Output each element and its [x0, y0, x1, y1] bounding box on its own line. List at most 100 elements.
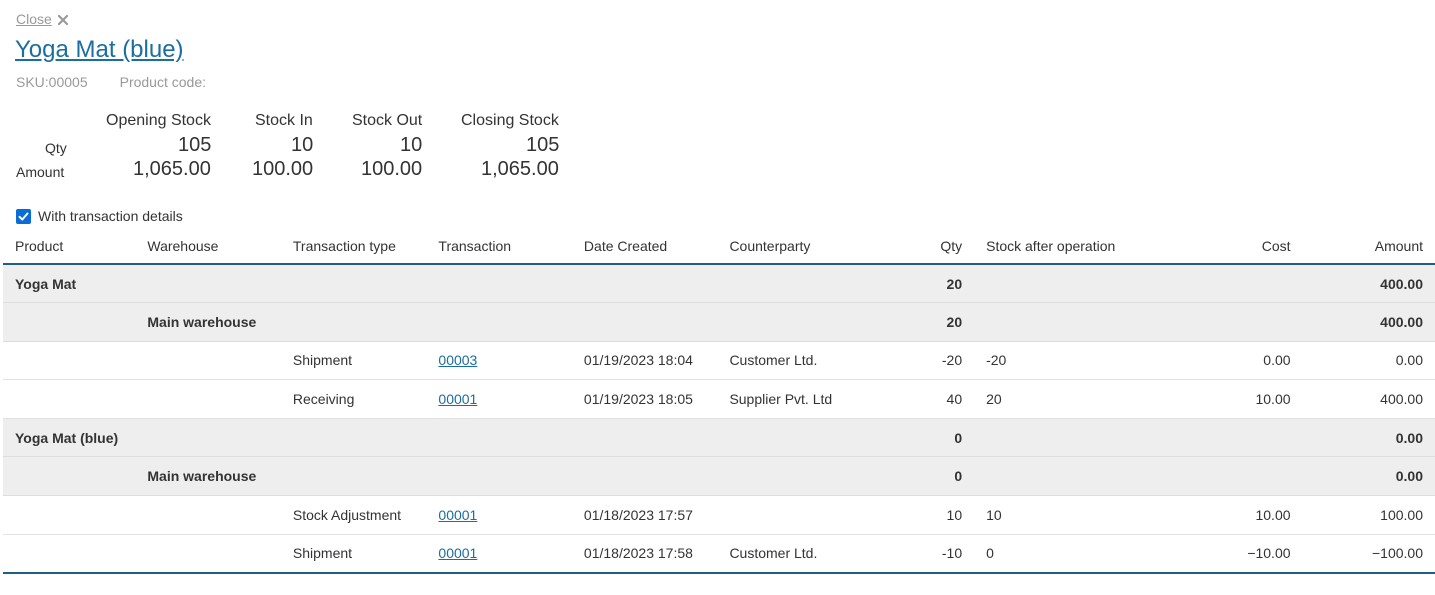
- cell-date: 01/18/2023 17:58: [571, 534, 718, 574]
- col-amount[interactable]: Amount: [1302, 229, 1435, 265]
- cell-stock-after: [974, 418, 1177, 458]
- cell-qty: 0: [862, 456, 975, 497]
- cell-stock-after: [974, 456, 1177, 497]
- with-details-option[interactable]: With transaction details: [16, 208, 183, 224]
- cell-qty: -20: [862, 341, 975, 381]
- close-icon[interactable]: [57, 15, 68, 25]
- col-warehouse[interactable]: Warehouse: [135, 229, 281, 265]
- close-link[interactable]: Close: [16, 11, 52, 27]
- cell-amount: 0.00: [1302, 341, 1435, 381]
- close-control[interactable]: Close: [16, 11, 68, 27]
- cell-counterparty: [717, 418, 863, 458]
- col-date-created[interactable]: Date Created: [571, 229, 718, 265]
- col-stock-after[interactable]: Stock after operation: [974, 229, 1177, 265]
- cell-counterparty: Customer Ltd.: [717, 534, 863, 574]
- transaction-link[interactable]: 00003: [438, 352, 477, 368]
- with-details-checkbox[interactable]: [16, 208, 31, 224]
- cell-product: Yoga Mat: [3, 264, 136, 304]
- cell-transaction: 00001: [426, 534, 572, 574]
- cell-warehouse: [135, 379, 281, 419]
- col-transaction-type[interactable]: Transaction type: [280, 229, 427, 265]
- cell-product: [3, 456, 136, 497]
- cell-cost: −10.00: [1176, 534, 1303, 574]
- table-group-row: Yoga Mat (blue) 0 0.00: [3, 418, 1435, 458]
- cell-type: Shipment: [280, 534, 427, 574]
- cell-amount: −100.00: [1302, 534, 1435, 574]
- summary-col-closing: Closing Stock: [461, 112, 559, 129]
- cell-date: [571, 456, 718, 497]
- col-transaction[interactable]: Transaction: [426, 229, 572, 265]
- cell-cost: [1176, 302, 1303, 342]
- cell-type: [280, 264, 427, 304]
- product-code-label: Product code:: [119, 74, 206, 90]
- cell-counterparty: [717, 264, 863, 304]
- cell-type: [280, 302, 427, 342]
- table-row: Receiving 00001 01/19/2023 18:05 Supplier P…: [3, 379, 1435, 419]
- summary-amount-out: 100.00: [361, 158, 423, 180]
- table-group-row: Main warehouse 20 400.00: [3, 302, 1435, 342]
- cell-product: [3, 379, 136, 419]
- cell-counterparty: [717, 302, 863, 342]
- cell-qty: -10: [862, 534, 975, 574]
- cell-product: Yoga Mat (blue): [3, 418, 136, 458]
- cell-stock-after: 0: [974, 534, 1177, 574]
- table-group-row: Yoga Mat 20 400.00: [3, 264, 1435, 304]
- transaction-link[interactable]: 00001: [438, 507, 477, 523]
- cell-transaction: [426, 418, 572, 458]
- cell-type: Receiving: [280, 379, 427, 419]
- cell-transaction: 00003: [426, 341, 572, 381]
- summary-amount-label: Amount: [16, 164, 65, 180]
- cell-type: Stock Adjustment: [280, 495, 427, 535]
- summary-qty-closing: 105: [526, 134, 560, 156]
- cell-warehouse: Main warehouse: [135, 302, 281, 342]
- summary-amount-in: 100.00: [252, 158, 314, 180]
- col-product[interactable]: Product: [3, 229, 136, 265]
- cell-date: [571, 302, 718, 342]
- table-header-row: Product Warehouse Transaction type Trans…: [3, 229, 1435, 265]
- summary-col-opening: Opening Stock: [106, 112, 211, 129]
- cell-stock-after: [974, 264, 1177, 304]
- cell-warehouse: [135, 495, 281, 535]
- cell-transaction: 00001: [426, 495, 572, 535]
- summary-qty-opening: 105: [178, 134, 212, 156]
- cell-date: 01/19/2023 18:04: [571, 341, 718, 381]
- cell-cost: [1176, 264, 1303, 304]
- cell-counterparty: Supplier Pvt. Ltd: [717, 379, 863, 419]
- cell-amount: 400.00: [1302, 302, 1435, 342]
- summary-qty-in: 10: [291, 134, 314, 156]
- col-qty[interactable]: Qty: [862, 229, 975, 265]
- cell-qty: 0: [862, 418, 975, 458]
- table-row: Shipment 00003 01/19/2023 18:04 Customer Lt…: [3, 341, 1435, 381]
- product-meta: SKU:00005 Product code:: [16, 74, 206, 90]
- cell-product: [3, 534, 136, 574]
- sku-label: SKU:00005: [16, 74, 88, 90]
- cell-cost: 10.00: [1176, 379, 1303, 419]
- cell-type: [280, 418, 427, 458]
- cell-qty: 40: [862, 379, 975, 419]
- cell-product: [3, 302, 136, 342]
- cell-product: [3, 495, 136, 535]
- with-details-label[interactable]: With transaction details: [38, 208, 183, 224]
- cell-amount: 400.00: [1302, 379, 1435, 419]
- cell-transaction: [426, 264, 572, 304]
- col-cost[interactable]: Cost: [1176, 229, 1303, 265]
- transactions-table: Product Warehouse Transaction type Trans…: [3, 229, 1435, 574]
- transaction-link[interactable]: 00001: [438, 391, 477, 407]
- cell-stock-after: 10: [974, 495, 1177, 535]
- cell-transaction: 00001: [426, 379, 572, 419]
- cell-amount: 100.00: [1302, 495, 1435, 535]
- cell-date: [571, 264, 718, 304]
- cell-qty: 20: [862, 264, 975, 304]
- cell-cost: 0.00: [1176, 341, 1303, 381]
- col-counterparty[interactable]: Counterparty: [717, 229, 863, 265]
- summary-col-stock-out: Stock Out: [352, 112, 423, 129]
- transaction-link[interactable]: 00001: [438, 545, 477, 561]
- cell-stock-after: [974, 302, 1177, 342]
- cell-warehouse: [135, 418, 281, 458]
- summary-col-stock-in: Stock In: [255, 112, 313, 129]
- summary-qty-out: 10: [400, 134, 423, 156]
- cell-product: [3, 341, 136, 381]
- product-title-link[interactable]: Yoga Mat (blue): [15, 36, 184, 64]
- summary-qty-label: Qty: [45, 140, 67, 156]
- cell-stock-after: -20: [974, 341, 1177, 381]
